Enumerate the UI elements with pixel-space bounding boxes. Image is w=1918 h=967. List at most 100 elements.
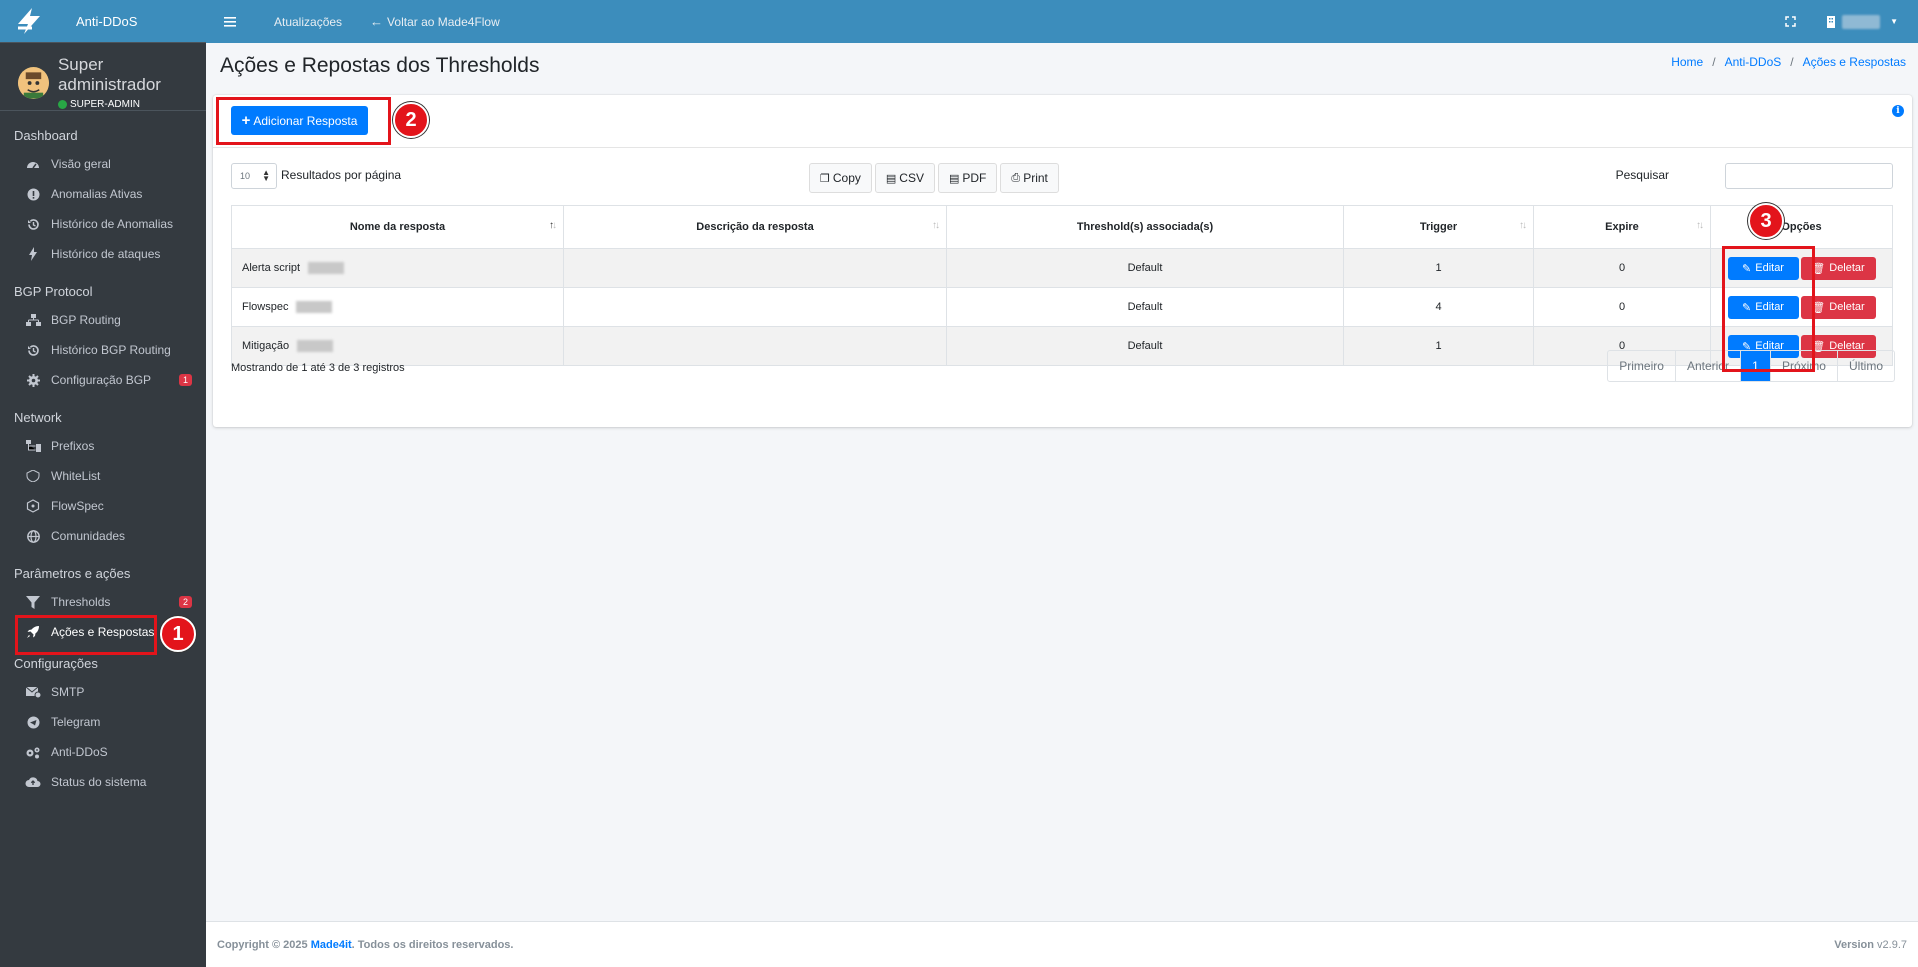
- sidebar-item-bgp-routing[interactable]: BGP Routing: [0, 305, 206, 335]
- gears-icon: [24, 743, 42, 761]
- page-length-select[interactable]: 10 ▲ ▼: [231, 163, 277, 189]
- pager-last[interactable]: Último: [1838, 351, 1894, 381]
- sidebar-item-label: Status do sistema: [51, 775, 147, 789]
- sidebar-item-historico-bgp-routing[interactable]: Histórico BGP Routing: [0, 335, 206, 365]
- pdf-button[interactable]: ▤ PDF: [937, 163, 998, 193]
- csv-button[interactable]: ▤ CSV: [874, 163, 935, 193]
- column-expire-label: Expire: [1605, 221, 1639, 233]
- version-label: Version: [1834, 938, 1874, 951]
- nav-header: Network: [14, 409, 62, 425]
- sidebar-item-anti-ddos[interactable]: Anti-DDoS: [0, 737, 206, 767]
- telegram-icon: [24, 713, 42, 731]
- globe-icon: [24, 527, 42, 545]
- sidebar-item-visao-geral[interactable]: Visão geral: [0, 149, 206, 179]
- column-thresholds-label: Threshold(s) associada(s): [1076, 221, 1214, 233]
- response-name: Alerta script: [242, 261, 301, 274]
- sidebar: Anti-DDoS Super administrador SUPER-ADMI…: [0, 0, 206, 967]
- breadcrumb-current[interactable]: Ações e Respostas: [1803, 55, 1906, 69]
- breadcrumb-home[interactable]: Home: [1671, 55, 1703, 69]
- sidebar-item-label: WhiteList: [51, 469, 101, 483]
- cell-name: Alerta script: [231, 248, 564, 288]
- avatar: [18, 66, 49, 99]
- sidebar-item-smtp[interactable]: SMTP: [0, 677, 206, 707]
- company-selector[interactable]: [1842, 14, 1881, 29]
- sidebar-item-label: Anti-DDoS: [51, 745, 108, 759]
- delete-label: Deletar: [1829, 301, 1865, 313]
- sidebar-item-prefixos[interactable]: Prefixos: [0, 431, 206, 461]
- user-panel[interactable]: Super administrador SUPER-ADMIN: [0, 43, 206, 111]
- sidebar-item-thresholds[interactable]: Thresholds 2: [0, 587, 206, 617]
- menu-toggle-icon[interactable]: [224, 16, 244, 27]
- column-description[interactable]: Descrição da resposta ↑↓: [563, 205, 947, 249]
- logo-icon: [14, 6, 44, 36]
- company-link[interactable]: Made4it: [311, 939, 352, 951]
- info-icon[interactable]: i: [1892, 105, 1904, 117]
- column-trigger-label: Trigger: [1419, 221, 1458, 233]
- nav-header: Parâmetros e ações: [14, 565, 131, 581]
- copy-icon: ❐: [820, 172, 830, 185]
- fullscreen-icon[interactable]: [1785, 16, 1796, 27]
- sidebar-item-historico-de-anomalias[interactable]: Histórico de Anomalias: [0, 209, 206, 239]
- brand[interactable]: Anti-DDoS: [0, 0, 206, 43]
- print-button[interactable]: ⎙ Print: [1000, 163, 1059, 193]
- sidebar-item-label: Configuração BGP: [51, 373, 152, 387]
- user-role: SUPER-ADMIN: [57, 99, 206, 110]
- sidebar-item-configuracao-bgp[interactable]: Configuração BGP 1: [0, 365, 206, 395]
- brand-name: Anti-DDoS: [76, 13, 138, 29]
- rights-text: . Todos os direitos reservados.: [351, 938, 514, 951]
- search-input[interactable]: [1725, 163, 1893, 189]
- sidebar-item-label: BGP Routing: [51, 313, 121, 327]
- table-controls: 10 ▲ ▼ Resultados por página ❐ Copy ▤ CSV ▤…: [231, 163, 1893, 193]
- annotation-box-3: [1722, 246, 1815, 372]
- cell-description: [563, 248, 947, 288]
- pager-first[interactable]: Primeiro: [1608, 351, 1676, 381]
- gauge-icon: [24, 155, 42, 173]
- sidebar-item-label: Histórico de Anomalias: [51, 217, 174, 231]
- delete-label: Deletar: [1829, 262, 1865, 274]
- column-name[interactable]: Nome da resposta ↑↓: [231, 205, 564, 249]
- annotation-step-1: 1: [160, 616, 196, 652]
- sitemap-icon: [24, 437, 42, 455]
- sidebar-item-label: Thresholds: [51, 595, 111, 609]
- building-icon[interactable]: [1826, 15, 1836, 28]
- export-buttons: ❐ Copy ▤ CSV ▤ PDF ⎙ Print: [809, 163, 1062, 193]
- cell-threshold: Default: [946, 287, 1344, 327]
- updates-link[interactable]: Atualizações: [274, 15, 342, 29]
- responses-table: Nome da resposta ↑↓ Descrição da resposta…: [231, 205, 1893, 366]
- arrow-left-icon: ←: [370, 14, 384, 29]
- sidebar-item-status-do-sistema[interactable]: Status do sistema: [0, 767, 206, 797]
- cell-trigger: 1: [1343, 248, 1534, 288]
- notification-badge: 1: [178, 374, 192, 386]
- sidebar-item-anomalias-ativas[interactable]: Anomalias Ativas: [0, 179, 206, 209]
- history-icon: [24, 341, 42, 359]
- sidebar-item-telegram[interactable]: Telegram: [0, 707, 206, 737]
- cell-description: [563, 326, 947, 366]
- sidebar-item-comunidades[interactable]: Comunidades: [0, 521, 206, 551]
- copyright-text: Copyright © 2025: [217, 938, 308, 951]
- breadcrumb-anti-ddos[interactable]: Anti-DDoS: [1725, 55, 1782, 69]
- column-options-label: Opções: [1781, 221, 1822, 233]
- copy-button[interactable]: ❐ Copy: [809, 163, 872, 193]
- network-icon: [24, 311, 42, 329]
- print-icon: ⎙: [1011, 171, 1021, 184]
- search-label: Pesquisar: [1615, 168, 1669, 182]
- column-name-label: Nome da resposta: [349, 221, 446, 233]
- sidebar-item-label: Histórico de ataques: [51, 247, 161, 261]
- caret-down-icon[interactable]: ▼: [1890, 17, 1898, 26]
- sidebar-item-whitelist[interactable]: WhiteList: [0, 461, 206, 491]
- history-icon: [24, 215, 42, 233]
- hexagon-icon: [24, 497, 42, 515]
- column-trigger[interactable]: Trigger ↑↓: [1343, 205, 1534, 249]
- version-number: v2.9.7: [1877, 938, 1907, 951]
- annotation-box-1: [15, 615, 157, 655]
- nav-header: BGP Protocol: [14, 283, 93, 299]
- sidebar-item-historico-de-ataques[interactable]: Histórico de ataques: [0, 239, 206, 269]
- response-name: Flowspec: [242, 300, 289, 313]
- column-expire[interactable]: Expire ↑↓: [1533, 205, 1711, 249]
- back-link[interactable]: ← Voltar ao Made4Flow: [370, 14, 500, 29]
- sidebar-item-flowspec[interactable]: FlowSpec: [0, 491, 206, 521]
- column-description-label: Descrição da resposta: [696, 221, 814, 233]
- copyright: Copyright © 2025 Made4it. Todos os direi…: [217, 939, 513, 951]
- sidebar-item-label: Telegram: [51, 715, 101, 729]
- top-navbar: Atualizações ← Voltar ao Made4Flow ▼: [206, 0, 1918, 43]
